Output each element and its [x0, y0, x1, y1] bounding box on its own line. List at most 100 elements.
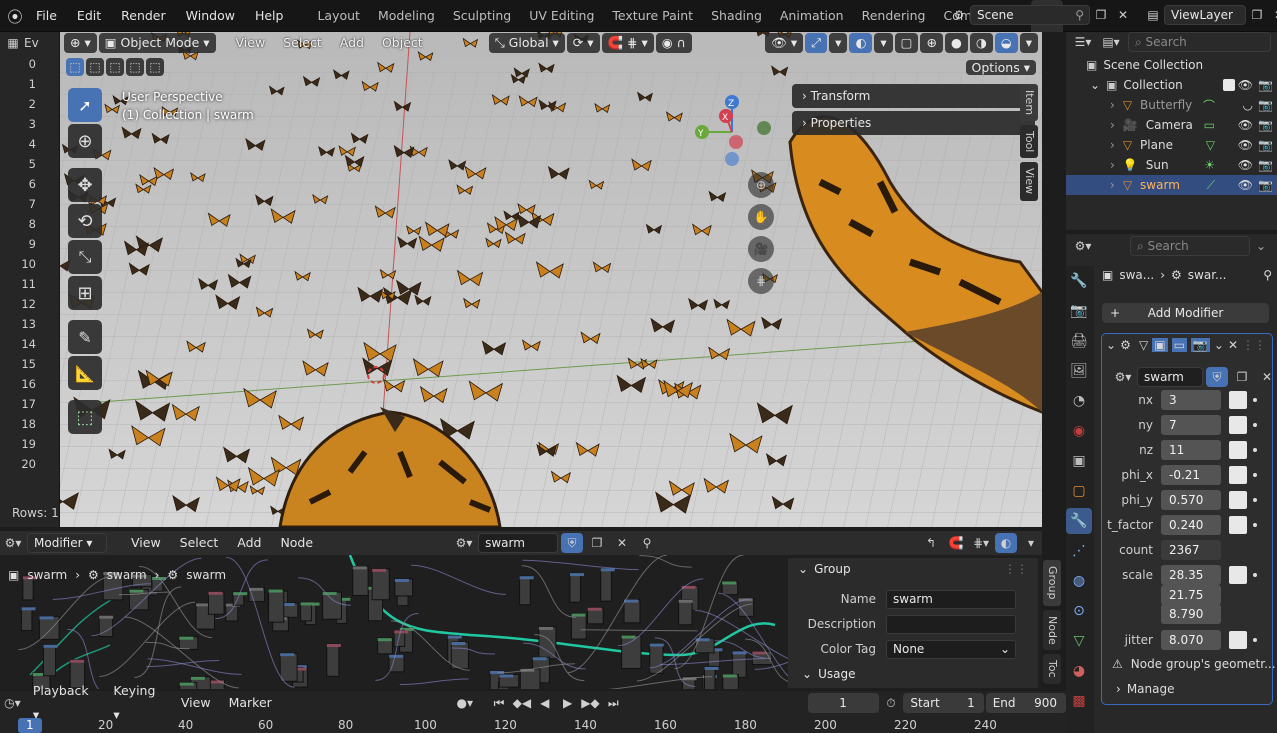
scene-collection-row[interactable]: ▣ Scene Collection [1066, 55, 1277, 75]
node[interactable] [600, 567, 612, 602]
eye-icon[interactable]: 👁 [1238, 138, 1253, 152]
menu-help[interactable]: Help [245, 0, 294, 32]
tab-view[interactable]: View [1020, 162, 1038, 201]
tab-animation[interactable]: Animation [771, 0, 853, 32]
object-data-icon[interactable]: ⌒ [1203, 97, 1215, 114]
render-toggle-icon[interactable]: 📷 [1190, 338, 1210, 352]
menu-window[interactable]: Window [176, 0, 245, 32]
attribute-toggle-icon[interactable] [1229, 441, 1247, 459]
current-frame-field[interactable]: 1 [807, 693, 879, 713]
timeline[interactable]: ◷▾ Playback ▾ Keying ▾ View Marker ●▾ ⏮ … [0, 683, 1067, 733]
tab-modeling[interactable]: Modeling [369, 0, 444, 32]
viewport-menu-object[interactable]: Object [374, 33, 431, 53]
close-icon[interactable]: ✕ [1228, 338, 1238, 352]
physics-tab-icon[interactable]: ◍ [1066, 568, 1092, 594]
param-field-phi-y[interactable]: 0.570 [1161, 490, 1221, 510]
outliner-item-butterfly[interactable]: › ▽ Butterfly ⌒ ◡ 📷 [1066, 95, 1277, 115]
node[interactable] [326, 643, 340, 677]
attribute-toggle-icon[interactable] [1229, 491, 1247, 509]
move-tool[interactable]: ✥ [68, 168, 102, 202]
scale-z-field[interactable]: 8.790 [1161, 604, 1221, 624]
pin-icon[interactable]: ⚲ [1263, 268, 1272, 282]
annotate-tool[interactable]: ✎ [68, 320, 102, 354]
tab-uv-editing[interactable]: UV Editing [520, 0, 603, 32]
chevron-right-icon[interactable]: › [1110, 98, 1115, 112]
tab-tool[interactable]: Tool [1020, 125, 1038, 159]
drag-handle-icon[interactable]: ⋮⋮ [1242, 338, 1266, 352]
attribute-toggle-icon[interactable] [1229, 631, 1247, 649]
jump-start-icon[interactable]: ⏮ [489, 693, 510, 713]
timeline-editor-icon[interactable]: ◷▾ [2, 693, 23, 713]
chevron-down-icon[interactable]: ⌄ [1256, 239, 1266, 253]
node-editor-mode-dropdown[interactable]: Modifier ▾ [27, 533, 107, 553]
node[interactable] [569, 572, 581, 603]
keyframe-dot-icon[interactable] [1253, 473, 1257, 477]
eye-icon[interactable]: 👁 [1238, 78, 1253, 92]
node-menu-view[interactable]: View [123, 531, 169, 555]
object-data-icon[interactable]: ▽ [1206, 138, 1215, 152]
stopwatch-icon[interactable]: ⏱ [881, 693, 902, 713]
keyframe-dot-icon[interactable] [1253, 448, 1257, 452]
keyframe-dot-icon[interactable] [1253, 498, 1257, 502]
node-menu-select[interactable]: Select [172, 531, 227, 555]
eye-icon[interactable]: 👁 [1238, 118, 1253, 132]
camera-render-icon[interactable]: 📷 [1258, 158, 1273, 172]
shading-wireframe[interactable]: ⊕ [920, 33, 943, 53]
group-name-field[interactable]: swarm [886, 589, 1016, 609]
on-cage-toggle-icon[interactable]: ▣ [1152, 338, 1168, 352]
node[interactable] [38, 615, 60, 640]
param-field-phi-x[interactable]: -0.21 [1161, 465, 1221, 485]
select-box-tool[interactable]: ➚ [68, 88, 102, 122]
node[interactable] [538, 626, 557, 660]
node-menu-add[interactable]: Add [229, 531, 269, 555]
pivot-dropdown[interactable]: ⟳ ▾ [566, 33, 600, 53]
zoom-icon[interactable]: ⊕ [748, 172, 774, 198]
timeline-view-menu[interactable]: View [173, 691, 219, 715]
menu-render[interactable]: Render [111, 0, 176, 32]
camera-render-icon[interactable]: 📷 [1258, 118, 1273, 132]
scene-icon[interactable]: ⚙ [948, 5, 970, 25]
constraints-tab-icon[interactable]: ⊙ [1066, 598, 1092, 624]
eye-icon[interactable]: 👁 [1238, 178, 1253, 192]
overlays-dropdown[interactable]: ▾ [874, 33, 893, 53]
manage-panel-header[interactable]: › Manage [1116, 682, 1174, 696]
tab-group[interactable]: Group [1043, 560, 1061, 606]
navigation-gizmo[interactable]: Z X Y [690, 90, 780, 170]
camera-render-icon[interactable]: 📷 [1258, 98, 1273, 112]
viewport-menu-add[interactable]: Add [332, 33, 372, 53]
jump-keyframe-back-icon[interactable]: ◆◀ [511, 693, 532, 713]
orientation-dropdown[interactable]: ⤡ Global ▾ [488, 33, 565, 53]
chevron-down-icon[interactable]: ⌄ [798, 562, 808, 576]
attribute-toggle-icon[interactable] [1229, 416, 1247, 434]
unlink-icon[interactable]: ✕ [1256, 367, 1277, 387]
shading-dropdown[interactable]: ▾ [1019, 33, 1038, 53]
tool-tab-icon[interactable]: 🔧 [1066, 268, 1092, 294]
chevron-right-icon[interactable]: › [1110, 138, 1115, 152]
camera-render-icon[interactable]: 📷 [1258, 138, 1273, 152]
group-description-field[interactable] [886, 614, 1016, 634]
properties-search[interactable]: ⌕ Search [1130, 236, 1250, 256]
visibility-dropdown[interactable]: 👁 ▾ [765, 33, 804, 53]
outliner-item-sun[interactable]: › 💡 Sun ☀ 👁 📷 [1066, 155, 1277, 175]
color-tag-dropdown[interactable]: None ⌄ [886, 639, 1016, 659]
start-frame-field[interactable]: Start 1 [903, 693, 984, 713]
node[interactable] [519, 668, 541, 689]
node[interactable] [20, 606, 33, 632]
tab-shading[interactable]: Shading [702, 0, 771, 32]
jitter-field[interactable]: 8.070 [1161, 630, 1221, 650]
overlays-toggle[interactable]: ◐ [849, 33, 873, 53]
camera-render-icon[interactable]: 📷 [1258, 78, 1273, 92]
collection-checkbox[interactable] [1223, 79, 1235, 91]
snap-grid-icon[interactable]: ⋕▾ [970, 533, 992, 553]
parent-node-tree-icon[interactable]: ↰ [920, 533, 942, 553]
node[interactable] [621, 635, 642, 669]
pan-hand-icon[interactable]: ✋ [748, 204, 774, 230]
render-tab-icon[interactable]: 📷 [1066, 298, 1092, 324]
unlink-icon[interactable]: ✕ [611, 533, 633, 553]
keyframe-dot-icon[interactable] [1253, 573, 1257, 577]
snap-dropdown[interactable]: 🧲 ⋕ ▾ [601, 33, 654, 53]
menu-edit[interactable]: Edit [67, 0, 111, 32]
eye-icon[interactable]: 👁 [1238, 158, 1253, 172]
mode-dropdown[interactable]: ▣ Object Mode ▾ [98, 33, 216, 53]
node-group-name-field[interactable]: swarm [1137, 367, 1203, 387]
